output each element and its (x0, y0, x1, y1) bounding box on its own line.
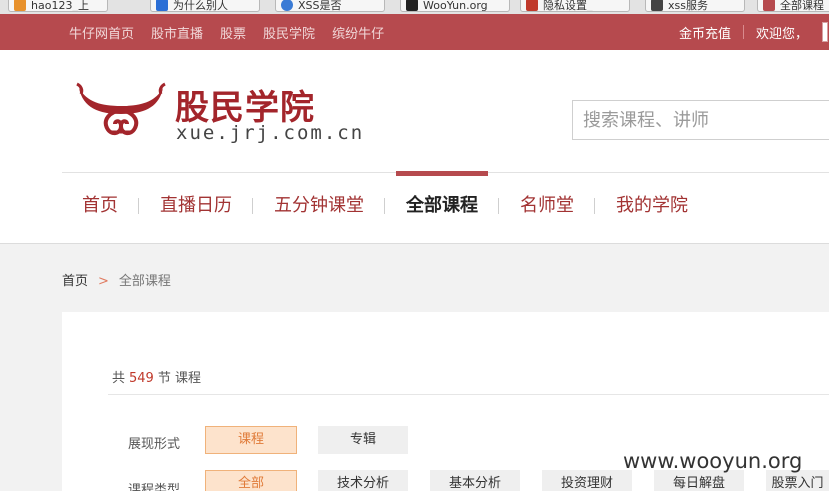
top-bar: 牛仔网首页 股市直播 股票 股民学院 缤纷牛仔 金币充值 欢迎您， (0, 14, 829, 50)
search-input[interactable] (572, 100, 829, 140)
course-count-number: 549 (129, 371, 154, 386)
browser-tab[interactable]: WooYun.org (400, 0, 510, 12)
browser-tab[interactable]: xss服务 (645, 0, 745, 12)
browser-tab-label: hao123_上 (31, 0, 89, 12)
user-area: 金币充值 欢迎您， (679, 14, 829, 50)
watermark: www.wooyun.org (623, 449, 803, 473)
course-type-label: 课程类型 (128, 483, 181, 491)
nav-my-academy[interactable]: 我的学院 (616, 174, 688, 244)
browser-tab[interactable]: XSS是否 (275, 0, 385, 12)
filter-display-album[interactable]: 专辑 (318, 426, 408, 454)
filter-type-fundamental[interactable]: 基本分析 (430, 470, 520, 491)
top-link-academy[interactable]: 股民学院 (263, 23, 315, 42)
divider (743, 25, 745, 39)
site-header: 股民学院 xue.jrj.com.cn 首页 直播日历 五分钟课堂 全部课程 名… (0, 50, 829, 244)
nav-separator (252, 198, 253, 214)
bull-horns-icon (76, 82, 166, 135)
wooyun-icon (406, 0, 418, 11)
top-link-colorful[interactable]: 缤纷牛仔 (332, 23, 384, 42)
browser-tab-active[interactable]: 全部课程 (757, 0, 829, 12)
filter-display-course[interactable]: 课程 (205, 426, 297, 454)
browser-tab-strip: hao123_上 为什么别人 XSS是否 WooYun.org 隐私设置_ xs… (0, 0, 829, 14)
logo-url: xue.jrj.com.cn (176, 122, 365, 144)
search-engine-icon (281, 0, 293, 11)
welcome-text: 欢迎您， (756, 26, 809, 42)
recharge-link[interactable]: 金币充值 (679, 23, 731, 42)
browser-tab-label: 隐私设置_ (543, 0, 593, 12)
browser-tab-label: 为什么别人 (173, 0, 228, 12)
xss-platform-icon (651, 0, 663, 11)
display-form-label: 展现形式 (128, 437, 181, 452)
browser-tab-label: XSS是否 (298, 0, 342, 12)
nav-five-minute-class[interactable]: 五分钟课堂 (274, 174, 364, 244)
count-divider (108, 394, 829, 395)
main-nav: 首页 直播日历 五分钟课堂 全部课程 名师堂 我的学院 (0, 171, 829, 244)
nav-live-calendar[interactable]: 直播日历 (160, 174, 232, 244)
top-link-stocks[interactable]: 股票 (220, 23, 246, 42)
course-count: 共 549 节 课程 (112, 367, 201, 386)
nav-home[interactable]: 首页 (82, 174, 118, 244)
hao123-icon (14, 0, 26, 11)
browser-tab-label: 全部课程 (780, 0, 824, 12)
paw-icon (156, 0, 168, 11)
browser-tab[interactable]: hao123_上 (8, 0, 108, 12)
top-nav: 牛仔网首页 股市直播 股票 股民学院 缤纷牛仔 (69, 14, 401, 50)
nav-separator (498, 198, 499, 214)
top-link-home[interactable]: 牛仔网首页 (69, 23, 134, 42)
nav-separator (594, 198, 595, 214)
nav-famous-teachers[interactable]: 名师堂 (520, 174, 574, 244)
jrj-icon (763, 0, 775, 11)
breadcrumb: 首页 > 全部课程 (62, 270, 171, 289)
filter-type-beginner[interactable]: 股票入门 (766, 470, 829, 491)
browser-tab[interactable]: 为什么别人 (150, 0, 260, 12)
filter-type-technical[interactable]: 技术分析 (318, 470, 408, 491)
filter-type-investment[interactable]: 投资理财 (542, 470, 632, 491)
nav-separator (138, 198, 139, 214)
course-count-prefix: 共 (112, 371, 126, 386)
breadcrumb-separator: > (98, 274, 109, 289)
browser-tab-label: xss服务 (668, 0, 708, 12)
browser-tab-label: WooYun.org (423, 0, 488, 12)
filter-type-all[interactable]: 全部 (205, 470, 297, 491)
settings-page-icon (526, 0, 538, 11)
nav-all-courses[interactable]: 全部课程 (396, 171, 488, 244)
breadcrumb-current: 全部课程 (118, 274, 171, 289)
top-link-live[interactable]: 股市直播 (151, 23, 203, 42)
nav-separator (384, 198, 385, 214)
breadcrumb-home[interactable]: 首页 (62, 274, 88, 289)
login-box-edge[interactable] (822, 22, 829, 42)
filter-type-daily-review[interactable]: 每日解盘 (654, 470, 744, 491)
course-count-suffix: 节 课程 (157, 371, 201, 386)
browser-tab[interactable]: 隐私设置_ (520, 0, 630, 12)
